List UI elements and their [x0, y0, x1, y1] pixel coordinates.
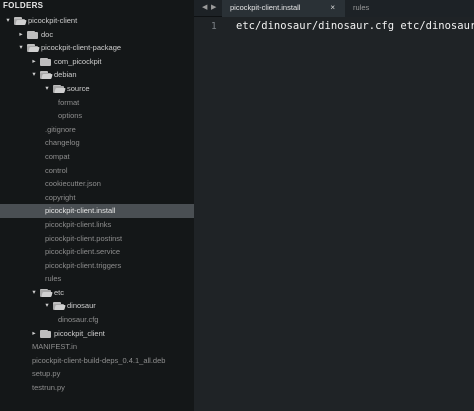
tree-item-label: picockpit-client.postinst	[45, 233, 123, 243]
file-item-setup-py[interactable]: setup.py	[0, 367, 194, 381]
tree-item-label: picockpit-client	[28, 16, 78, 25]
tree-item-label: picockpit-client-package	[41, 43, 122, 53]
chevron-down-icon[interactable]: ▾	[4, 14, 12, 28]
folder-item-doc[interactable]: ▸ doc	[0, 28, 194, 42]
chevron-right-icon[interactable]: ▸	[30, 55, 38, 69]
tree-item-label: options	[58, 111, 83, 121]
tab-rules[interactable]: rules	[345, 0, 474, 17]
folder-item-dinosaur[interactable]: ▾ dinosaur	[0, 299, 194, 313]
close-icon[interactable]: ×	[330, 0, 335, 16]
file-item-compat[interactable]: compat	[0, 150, 194, 164]
chevron-right-icon[interactable]: ▸	[17, 28, 25, 42]
tree-item-label: picockpit-client.links	[45, 219, 112, 229]
tree-item-label: etc	[54, 287, 65, 297]
folder-item-etc[interactable]: ▾ etc	[0, 286, 194, 300]
file-item-manifest-in[interactable]: MANIFEST.in	[0, 340, 194, 354]
tree-item-label: MANIFEST.in	[32, 342, 78, 352]
folder-icon	[40, 329, 51, 338]
line-number: 1	[211, 21, 217, 32]
nav-forward-icon[interactable]: ▶	[211, 3, 216, 13]
tree-item-label: picockpit-client.service	[45, 247, 121, 257]
file-item-options[interactable]: options	[0, 109, 194, 123]
file-item-picockpit-client-install[interactable]: picockpit-client.install	[0, 204, 194, 218]
tree-item-label: picockpit_client	[54, 328, 105, 338]
file-item-dinosaur-cfg[interactable]: dinosaur.cfg	[0, 313, 194, 327]
chevron-down-icon[interactable]: ▾	[17, 41, 25, 55]
tree-item-label: dinosaur.cfg	[58, 315, 99, 325]
file-item-format[interactable]: format	[0, 96, 194, 110]
file-item-cookiecutter-json[interactable]: cookiecutter.json	[0, 177, 194, 191]
tab-picockpit-client-install[interactable]: picockpit-client.install ×	[222, 0, 345, 17]
folder-icon	[27, 30, 38, 39]
file-item-control[interactable]: control	[0, 164, 194, 178]
tree-item-label: debian	[54, 70, 77, 80]
folder-item-picockpit-client[interactable]: ▸ picockpit_client	[0, 327, 194, 341]
tree-item-label: .gitignore	[45, 124, 76, 134]
folder-open-icon	[40, 288, 53, 297]
folder-icon	[40, 57, 51, 66]
folder-open-icon	[53, 302, 66, 311]
tree-item-label: copyright	[45, 192, 76, 202]
file-item-copyright[interactable]: copyright	[0, 191, 194, 205]
tab-label: picockpit-client.install	[230, 3, 301, 12]
file-item-picockpit-client-service[interactable]: picockpit-client.service	[0, 245, 194, 259]
tree-item-label: source	[67, 83, 90, 93]
chevron-down-icon[interactable]: ▾	[43, 82, 51, 96]
tree-item-label: setup.py	[32, 369, 61, 379]
tab-label: rules	[353, 3, 370, 12]
tree-item-label: format	[58, 97, 80, 107]
file-item-testrun-py[interactable]: testrun.py	[0, 381, 194, 395]
file-item-changelog[interactable]: changelog	[0, 136, 194, 150]
sidebar: FOLDERS ▾ picockpit-client ▸ doc ▾ picockpit-…	[0, 0, 194, 411]
folder-open-icon	[14, 17, 27, 25]
chevron-down-icon[interactable]: ▾	[30, 68, 38, 82]
tree-item-label: testrun.py	[32, 383, 65, 393]
folder-open-icon	[27, 44, 40, 53]
tree-item-label: picockpit-client-build-deps_0.4.1_all.de…	[32, 355, 166, 365]
file-item-picockpit-client-triggers[interactable]: picockpit-client.triggers	[0, 259, 194, 273]
tree-item-label: com_picockpit	[54, 56, 102, 66]
file-item-gitignore[interactable]: .gitignore	[0, 123, 194, 137]
tree-item-label: rules	[45, 274, 62, 284]
folder-item-debian[interactable]: ▾ debian	[0, 68, 194, 82]
tree-item-label: picockpit-client.triggers	[45, 260, 122, 270]
tree-item-label: changelog	[45, 138, 80, 148]
editor[interactable]: 1 etc/dinosaur/dinosaur.cfg etc/dinosaur	[194, 17, 474, 411]
folder-open-icon	[53, 84, 66, 93]
tab-bar: ◀ ▶ picockpit-client.install × rules	[194, 0, 474, 17]
tree-item-label: compat	[45, 151, 70, 161]
tree-item-label: control	[45, 165, 68, 175]
folder-open-icon	[40, 71, 53, 80]
chevron-down-icon[interactable]: ▾	[30, 286, 38, 300]
code-line[interactable]: etc/dinosaur/dinosaur.cfg etc/dinosaur	[236, 20, 474, 32]
folder-item-com-picockpit[interactable]: ▸ com_picockpit	[0, 55, 194, 69]
tree-item-label: cookiecutter.json	[45, 179, 101, 189]
folder-item-picockpit-client[interactable]: ▾ picockpit-client	[0, 14, 194, 28]
file-tree: ▾ picockpit-client ▸ doc ▾ picockpit-client-p…	[0, 14, 194, 395]
tree-item-label: picockpit-client.install	[45, 206, 116, 216]
file-item-picockpit-client-postinst[interactable]: picockpit-client.postinst	[0, 232, 194, 246]
file-item-picockpit-client-links[interactable]: picockpit-client.links	[0, 218, 194, 232]
sidebar-header: FOLDERS	[3, 1, 44, 10]
nav-back-icon[interactable]: ◀	[202, 3, 207, 13]
tree-item-label: doc	[41, 29, 54, 39]
folder-item-picockpit-client-package[interactable]: ▾ picockpit-client-package	[0, 41, 194, 55]
file-item-rules[interactable]: rules	[0, 272, 194, 286]
chevron-right-icon[interactable]: ▸	[30, 327, 38, 341]
file-item-picockpit-client-build-deps-0-4-1-all-deb[interactable]: picockpit-client-build-deps_0.4.1_all.de…	[0, 354, 194, 368]
chevron-down-icon[interactable]: ▾	[43, 299, 51, 313]
folder-item-source[interactable]: ▾ source	[0, 82, 194, 96]
tree-item-label: dinosaur	[67, 301, 96, 311]
